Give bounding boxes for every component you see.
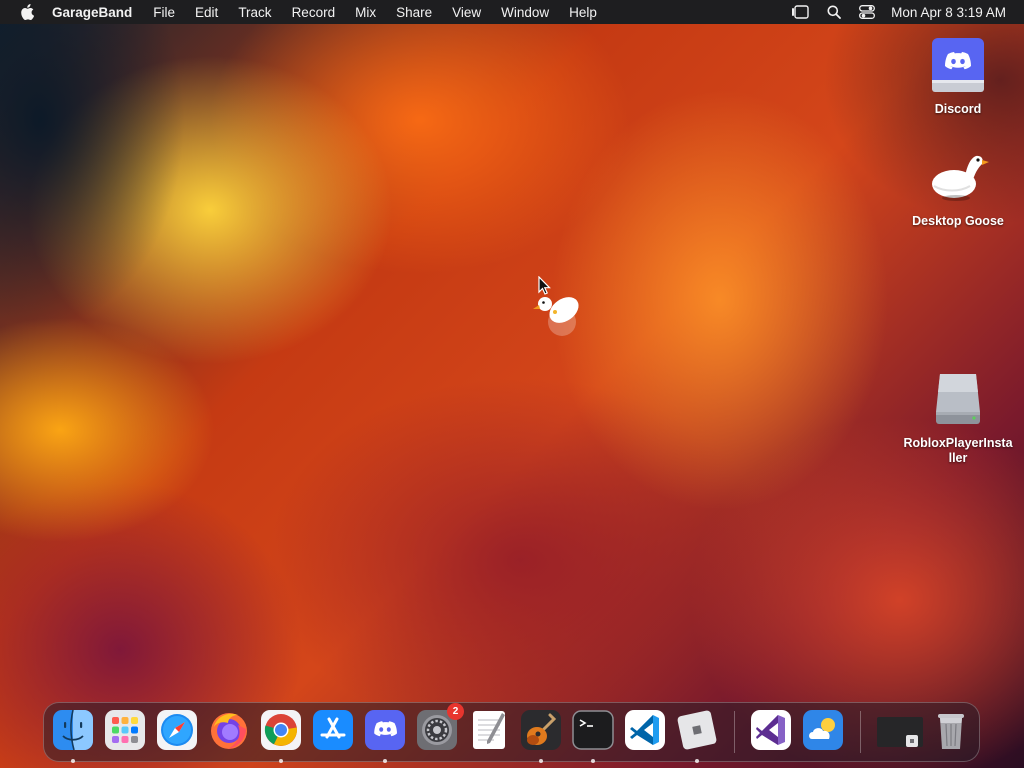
dock-item-garageband[interactable]	[520, 709, 562, 763]
dock: 2	[43, 702, 980, 763]
menu-mix[interactable]: Mix	[355, 5, 376, 20]
menu-app-name[interactable]: GarageBand	[52, 5, 132, 20]
desktop-icon-discord[interactable]: Discord	[903, 34, 1013, 117]
menu-view[interactable]: View	[452, 5, 481, 20]
terminal-icon	[572, 710, 614, 750]
dock-item-discord[interactable]	[364, 709, 406, 763]
dock-item-system-settings[interactable]: 2	[416, 703, 464, 751]
dock-item-google-chrome[interactable]	[260, 709, 302, 763]
window-thumbnail-icon	[877, 717, 923, 747]
textedit-icon	[473, 711, 505, 749]
desktop-icon-desktop-goose[interactable]: Desktop Goose	[903, 146, 1013, 229]
dock-item-recent-window[interactable]	[876, 709, 924, 751]
dock-separator	[860, 711, 861, 753]
app-store-icon	[313, 710, 353, 750]
menu-window[interactable]: Window	[501, 5, 549, 20]
discord-drive-icon	[926, 34, 990, 98]
menu-help[interactable]: Help	[569, 5, 597, 20]
menu-edit[interactable]: Edit	[195, 5, 218, 20]
visual-studio-icon	[751, 710, 791, 750]
running-indicator	[71, 759, 75, 763]
discord-icon	[365, 710, 405, 750]
dock-item-app-store[interactable]	[312, 709, 354, 751]
dock-item-firefox[interactable]	[208, 709, 250, 751]
notification-badge: 2	[447, 703, 464, 720]
menubar-clock[interactable]: Mon Apr 8 3:19 AM	[891, 5, 1006, 20]
running-indicator	[591, 759, 595, 763]
spotlight-search-icon[interactable]	[827, 5, 842, 19]
finder-icon	[53, 709, 93, 751]
running-indicator	[695, 759, 699, 763]
menu-track[interactable]: Track	[238, 5, 271, 20]
dock-item-finder[interactable]	[52, 709, 94, 763]
apple-menu-icon[interactable]	[20, 4, 34, 20]
desktop-icon-roblox-installer[interactable]: RobloxPlayerInstaller	[903, 368, 1013, 466]
dock-item-visual-studio[interactable]	[750, 709, 792, 751]
goose-icon	[926, 146, 990, 210]
roblox-icon	[677, 710, 717, 750]
dock-item-trash[interactable]	[930, 709, 972, 751]
guitar-icon	[521, 710, 561, 750]
trash-icon	[938, 714, 964, 749]
desktop-wallpaper	[0, 0, 1024, 768]
disk-image-icon	[926, 368, 990, 432]
dock-item-launchpad[interactable]	[104, 709, 146, 751]
menu-record[interactable]: Record	[292, 5, 336, 20]
menu-share[interactable]: Share	[396, 5, 432, 20]
dock-item-textedit[interactable]	[468, 709, 510, 751]
dock-separator	[734, 711, 735, 753]
menu-bar: GarageBand File Edit Track Record Mix Sh…	[0, 0, 1024, 24]
weather-icon	[803, 710, 843, 750]
dock-item-roblox[interactable]	[676, 709, 718, 763]
dock-item-safari[interactable]	[156, 709, 198, 751]
chrome-icon	[261, 710, 301, 750]
running-indicator	[279, 759, 283, 763]
dock-item-vscode[interactable]	[624, 709, 666, 751]
vscode-icon	[625, 710, 665, 750]
firefox-icon	[211, 713, 247, 749]
desktop-icon-label: RobloxPlayerInstaller	[903, 436, 1013, 465]
running-indicator	[539, 759, 543, 763]
control-center-icon[interactable]	[859, 5, 876, 19]
dock-item-weather[interactable]	[802, 709, 844, 751]
desktop-icon-label: Discord	[934, 102, 982, 116]
launchpad-icon	[105, 710, 145, 750]
safari-icon	[157, 710, 197, 750]
menu-file[interactable]: File	[153, 5, 175, 20]
dock-item-terminal[interactable]	[572, 709, 614, 763]
running-indicator	[383, 759, 387, 763]
stage-manager-icon[interactable]	[791, 5, 809, 19]
mouse-cursor-icon	[538, 275, 552, 296]
desktop-icon-label: Desktop Goose	[912, 214, 1004, 228]
